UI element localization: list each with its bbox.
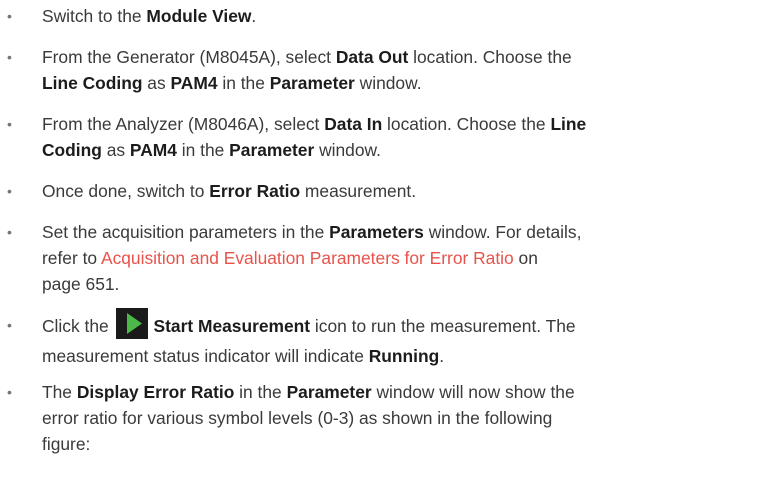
text-run: From the Generator (M8045A), select — [42, 47, 336, 67]
bullet-point: • — [7, 224, 12, 240]
step-text: Set the acquisition parameters in the Pa… — [42, 219, 754, 297]
text-line: Line Coding as PAM4 in the Parameter win… — [42, 70, 754, 96]
bullet-point: • — [7, 384, 12, 400]
text-line: figure: — [42, 431, 754, 457]
text-line: measurement status indicator will indica… — [42, 343, 754, 369]
ui-term: Coding — [42, 140, 102, 160]
step-text: From the Generator (M8045A), select Data… — [42, 44, 754, 96]
text-line: The Display Error Ratio in the Parameter… — [42, 379, 754, 405]
text-run: . — [251, 6, 257, 26]
text-run: figure: — [42, 434, 91, 454]
step-text: Once done, switch to Error Ratio measure… — [42, 178, 754, 204]
bullet-point: • — [7, 8, 12, 24]
text-run: Click the — [42, 316, 114, 337]
bullet-point: • — [7, 116, 12, 132]
text-run: window. — [314, 140, 381, 160]
text-run: The — [42, 382, 77, 402]
text-run: window. — [354, 73, 422, 93]
ui-term: Data Out — [335, 47, 409, 67]
step-text: Switch to the Module View. — [42, 3, 754, 29]
ui-term: Parameters — [329, 222, 424, 242]
ui-term: Start Measurement — [153, 316, 311, 337]
text-run: page 651. — [42, 274, 120, 294]
text-run: on — [513, 248, 538, 268]
text-run: From the Analyzer (M8046A), select — [42, 114, 325, 134]
bullet-point: • — [7, 183, 12, 199]
text-run: measurement status indicator will indica… — [42, 346, 369, 366]
text-line: Click the Start Measurement icon to run … — [42, 308, 754, 343]
text-line: error ratio for various symbol levels (0… — [42, 405, 754, 431]
ui-term: Parameter — [269, 73, 355, 93]
text-run: Once done, switch to — [42, 181, 210, 201]
text-line: Switch to the Module View. — [42, 3, 754, 29]
ui-term: Parameter — [229, 140, 315, 160]
text-line: Once done, switch to Error Ratio measure… — [42, 178, 754, 204]
bullet-point: • — [7, 49, 12, 65]
text-line: From the Generator (M8045A), select Data… — [42, 44, 754, 70]
ui-term: Data In — [324, 114, 383, 134]
text-run: as — [142, 73, 171, 93]
text-run: . — [439, 346, 445, 366]
ui-term: Line — [550, 114, 587, 134]
ui-term: Module View — [146, 6, 252, 26]
text-run: error ratio for various symbol levels (0… — [42, 408, 553, 428]
ui-term: Error Ratio — [209, 181, 301, 201]
text-run: icon to run the measurement. The — [310, 316, 576, 337]
text-line: Set the acquisition parameters in the Pa… — [42, 219, 754, 245]
ui-term: Parameter — [286, 382, 372, 402]
text-run: window. For details, — [423, 222, 582, 242]
text-line: refer to Acquisition and Evaluation Para… — [42, 245, 754, 271]
ui-term: PAM4 — [129, 140, 177, 160]
step-text: From the Analyzer (M8046A), select Data … — [42, 111, 754, 163]
text-run: Switch to the — [42, 6, 147, 26]
text-run: as — [101, 140, 130, 160]
text-run: in the — [217, 73, 270, 93]
ui-term: Display Error Ratio — [76, 382, 235, 402]
text-run: location. Choose the — [408, 47, 572, 67]
text-run: window will now show the — [371, 382, 575, 402]
ui-term: Line Coding — [42, 73, 143, 93]
bullet-point: • — [7, 317, 12, 333]
text-run: in the — [234, 382, 287, 402]
ui-term: PAM4 — [170, 73, 218, 93]
step-text: Click the Start Measurement icon to run … — [42, 308, 754, 369]
text-line: From the Analyzer (M8046A), select Data … — [42, 111, 754, 137]
text-run: location. Choose the — [382, 114, 551, 134]
text-run: Set the acquisition parameters in the — [42, 222, 330, 242]
ui-term: Running — [368, 346, 440, 366]
text-line: Coding as PAM4 in the Parameter window. — [42, 137, 754, 163]
text-line: page 651. — [42, 271, 754, 297]
text-run: in the — [176, 140, 230, 160]
text-run: refer to — [42, 248, 101, 268]
step-text: The Display Error Ratio in the Parameter… — [42, 379, 754, 457]
start-measurement-icon — [115, 308, 148, 339]
cross-reference-link[interactable]: Acquisition and Evaluation Parameters fo… — [101, 248, 514, 268]
text-run: measurement. — [300, 181, 417, 201]
